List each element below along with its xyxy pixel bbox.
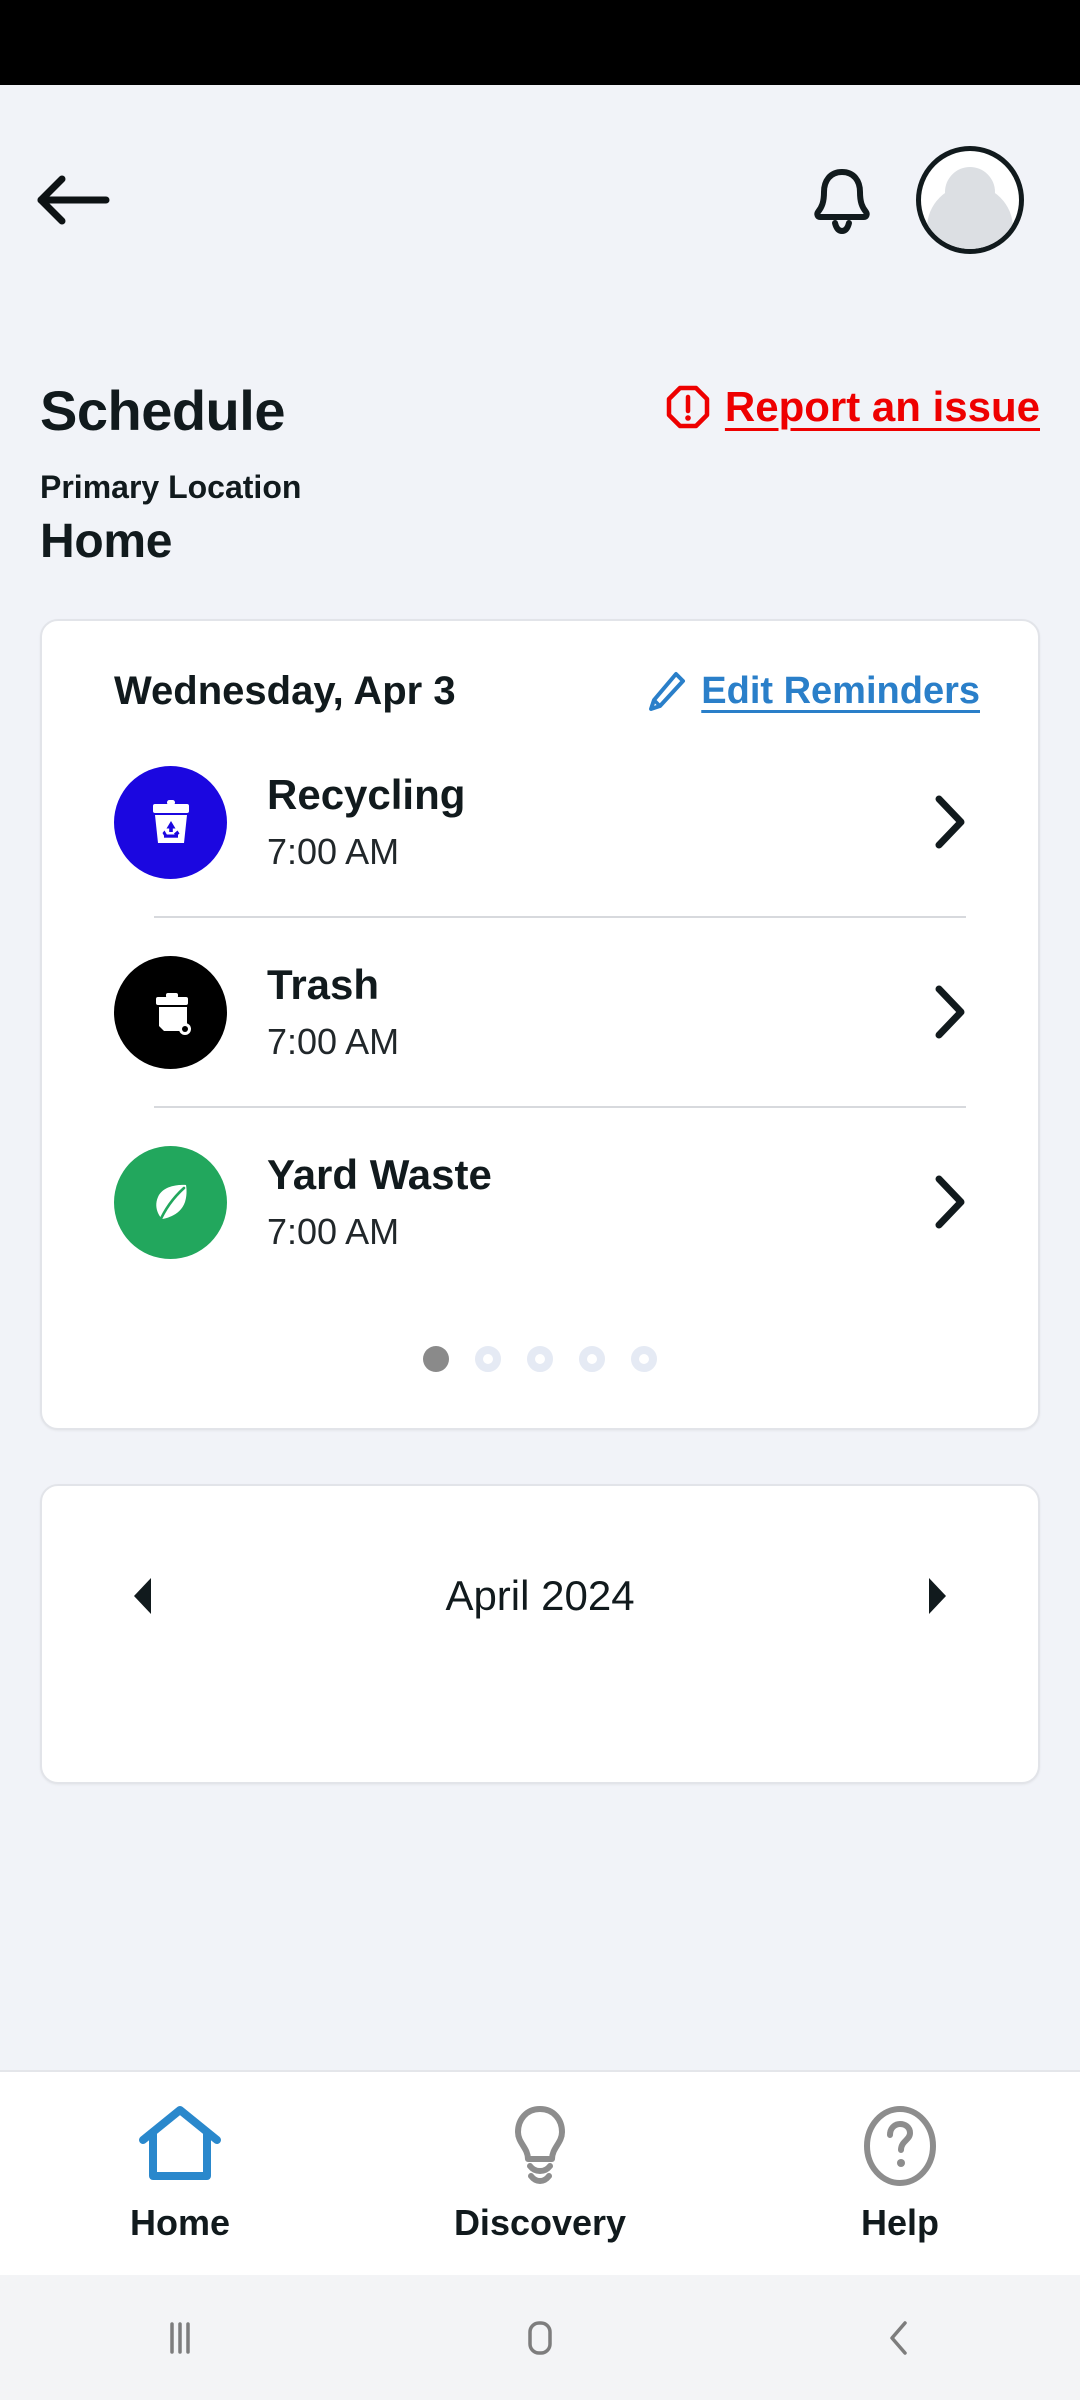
app-top-bar (0, 130, 1080, 270)
pickup-row-trash[interactable]: Trash 7:00 AM (42, 918, 1038, 1106)
pickup-time: 7:00 AM (267, 1211, 400, 1252)
avatar-body-icon (927, 185, 1013, 249)
question-circle-icon (864, 2105, 936, 2186)
nav-label-help: Help (860, 2201, 939, 2243)
triangle-left-icon (134, 1578, 151, 1614)
pickup-name: Yard Waste (267, 1151, 492, 1198)
pickup-row-yard-waste[interactable]: Yard Waste 7:00 AM (42, 1108, 1038, 1296)
chevron-left-icon (890, 2320, 907, 2355)
primary-location-value: Home (40, 515, 173, 568)
pickup-icon-badge (114, 1145, 227, 1259)
phone-screen: Schedule Report an issue Primary Locatio… (0, 0, 1080, 2400)
calendar-card: April 2024 (40, 1484, 1040, 1784)
pager-dot-5[interactable] (631, 1346, 657, 1372)
lightbulb-icon (515, 2105, 565, 2184)
app-content: Schedule Report an issue Primary Locatio… (0, 85, 1080, 2275)
schedule-card: Wednesday, Apr 3 Edit Reminders Recyclin… (40, 619, 1040, 1430)
nav-label-home: Home (129, 2201, 231, 2243)
pager-dot-4[interactable] (579, 1346, 605, 1372)
nav-label-discovery: Discovery (453, 2201, 627, 2243)
chevron-right-icon (935, 1175, 965, 1229)
recents-icon (170, 2321, 190, 2354)
avatar[interactable] (916, 146, 1024, 254)
schedule-date: Wednesday, Apr 3 (114, 669, 456, 713)
primary-location-label: Primary Location (40, 469, 302, 505)
pickup-name: Recycling (267, 771, 466, 818)
calendar-prev-month-button[interactable] (114, 1567, 172, 1625)
nav-item-help[interactable]: Help (720, 2072, 1080, 2275)
trash-cart-icon (155, 993, 191, 1035)
report-an-issue-label: Report an issue (724, 383, 1040, 430)
triangle-right-icon (929, 1578, 946, 1614)
carousel-pager (42, 1296, 1038, 1428)
pickup-text: Recycling 7:00 AM (267, 771, 922, 873)
arrow-left-icon (37, 175, 110, 225)
pickup-list: Recycling 7:00 AM Trash 7:00 AM Yard Was… (42, 728, 1038, 1296)
pickup-icon-badge (114, 955, 227, 1069)
report-an-issue-link[interactable]: Report an issue (665, 383, 1040, 431)
nav-item-home[interactable]: Home (0, 2072, 360, 2275)
home-square-icon (528, 2320, 552, 2355)
pickup-time: 7:00 AM (267, 1021, 400, 1062)
pickup-name: Trash (267, 961, 380, 1008)
pickup-text: Trash 7:00 AM (267, 961, 922, 1063)
pager-dot-1[interactable] (423, 1346, 449, 1372)
top-bar-actions (804, 146, 1024, 254)
page-title: Schedule (40, 379, 285, 442)
pager-dot-3[interactable] (527, 1346, 553, 1372)
status-bar (0, 0, 1080, 85)
pickup-chevron-button[interactable] (922, 983, 980, 1041)
system-navigation-bar (0, 2275, 1080, 2400)
page-heading-row: Schedule Report an issue (0, 378, 1080, 443)
calendar-next-month-button[interactable] (908, 1567, 966, 1625)
pickup-chevron-button[interactable] (922, 793, 980, 851)
pencil-icon (649, 671, 686, 711)
calendar-month-nav: April 2024 (42, 1486, 1038, 1706)
edit-reminders-link[interactable]: Edit Reminders (645, 670, 980, 714)
chevron-right-icon (935, 985, 965, 1039)
calendar-month-label: April 2024 (445, 1572, 635, 1619)
chevron-right-icon (935, 795, 965, 849)
bell-icon (814, 169, 870, 235)
system-back-button[interactable] (840, 2278, 960, 2398)
alert-octagon-icon (666, 385, 710, 429)
notifications-button[interactable] (804, 162, 880, 238)
pickup-row-recycling[interactable]: Recycling 7:00 AM (42, 728, 1038, 916)
pickup-time: 7:00 AM (267, 831, 400, 872)
pickup-chevron-button[interactable] (922, 1173, 980, 1231)
recycling-bin-icon (152, 800, 189, 843)
bottom-navigation-bar: Home Discovery Help (0, 2070, 1080, 2275)
pager-dot-2[interactable] (475, 1346, 501, 1372)
pickup-text: Yard Waste 7:00 AM (267, 1151, 922, 1253)
house-icon (139, 2105, 221, 2180)
system-recents-button[interactable] (120, 2278, 240, 2398)
leaf-icon (155, 1184, 187, 1225)
system-home-button[interactable] (480, 2278, 600, 2398)
edit-reminders-label: Edit Reminders (701, 670, 980, 712)
pickup-icon-badge (114, 765, 227, 879)
schedule-card-header: Wednesday, Apr 3 Edit Reminders (42, 621, 1038, 714)
nav-item-discovery[interactable]: Discovery (360, 2072, 720, 2275)
back-button[interactable] (36, 163, 126, 237)
